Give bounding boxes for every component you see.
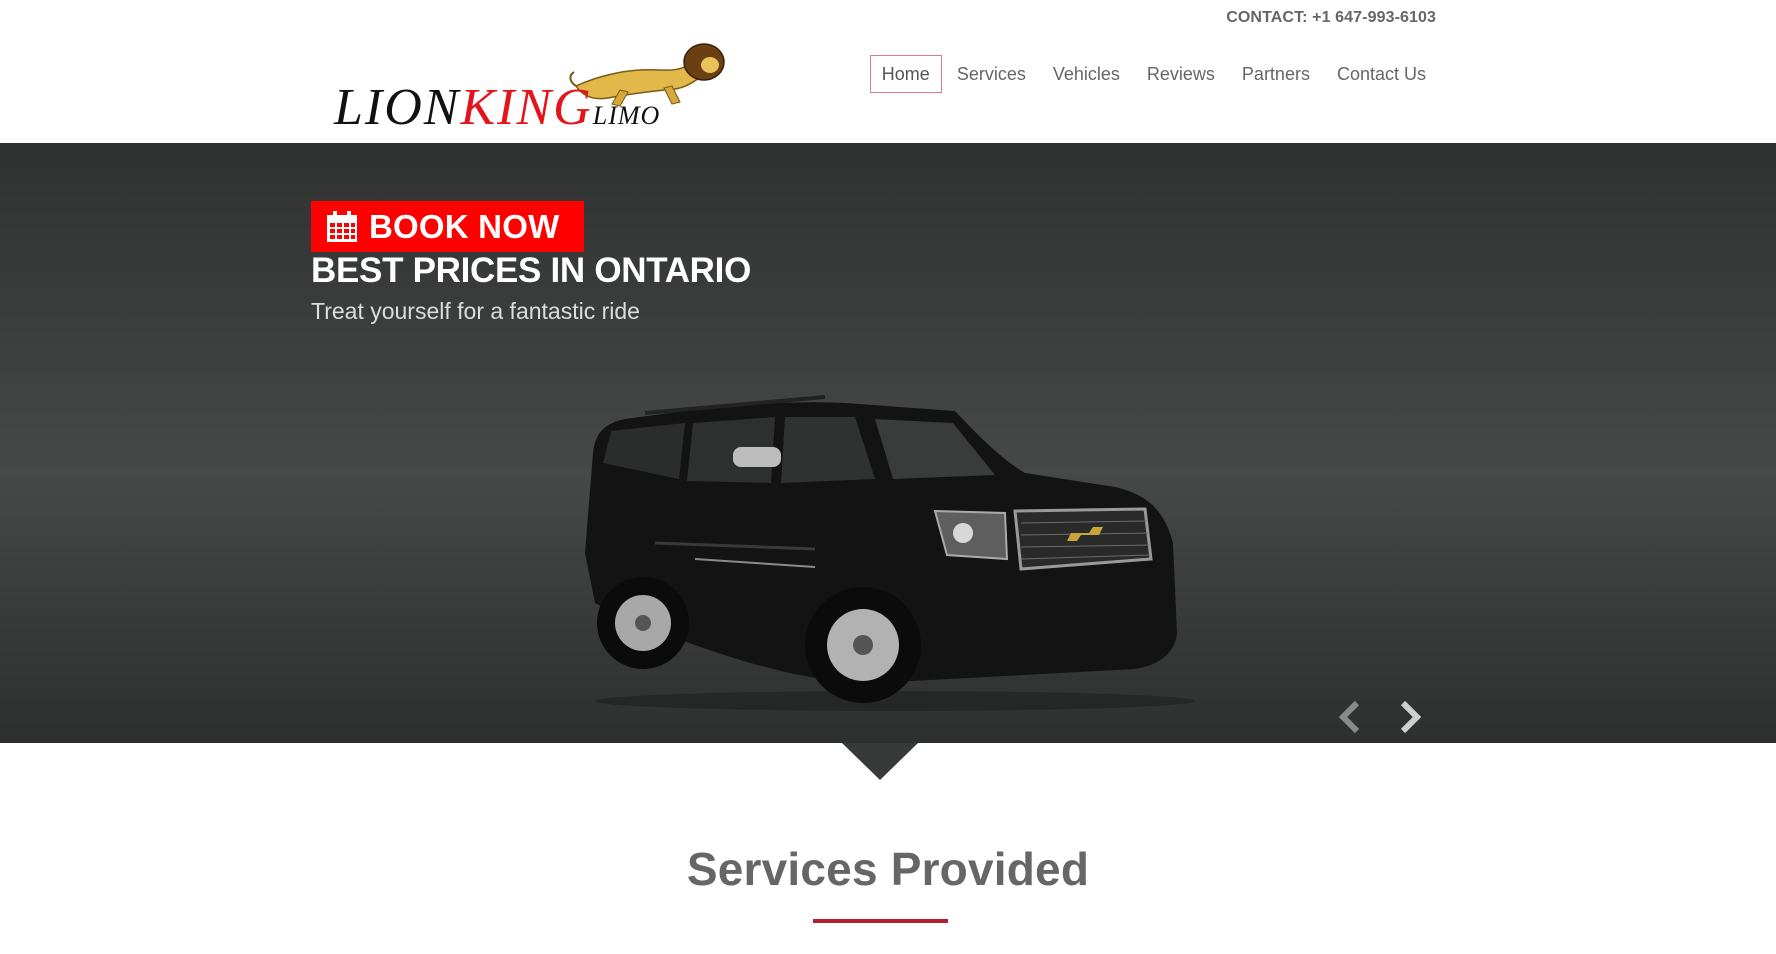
suv-vehicle-image — [585, 395, 1195, 711]
nav-services[interactable]: Services — [945, 55, 1038, 93]
hero-pointer-notch — [842, 743, 918, 780]
contact-phone[interactable]: CONTACT: +1 647-993-6103 — [1226, 9, 1436, 27]
site-header: CONTACT: +1 647-993-6103 LIONKINGLIMO Ho… — [0, 0, 1776, 143]
nav-reviews[interactable]: Reviews — [1135, 55, 1227, 93]
slider-next-button[interactable] — [1395, 699, 1425, 735]
book-now-label: BOOK NOW — [369, 207, 560, 245]
book-now-button[interactable]: BOOK NOW — [311, 201, 584, 252]
hero-title: BEST PRICES IN ONTARIO — [311, 251, 752, 290]
nav-home[interactable]: Home — [869, 55, 942, 93]
logo-wordmark: LIONKINGLIMO — [334, 78, 660, 146]
nav-vehicles[interactable]: Vehicles — [1041, 55, 1132, 93]
nav-partners[interactable]: Partners — [1230, 55, 1322, 93]
logo-word-limo: LIMO — [592, 101, 661, 130]
chevron-right-icon — [1400, 700, 1422, 734]
logo-word-king: KING — [460, 79, 593, 136]
calendar-icon — [327, 210, 357, 242]
chevron-left-icon — [1338, 700, 1360, 734]
main-nav: Home Services Vehicles Reviews Partners … — [867, 55, 1438, 93]
logo-word-lion: LION — [334, 79, 461, 136]
hero-subtitle: Treat yourself for a fantastic ride — [311, 298, 640, 324]
nav-contact-us[interactable]: Contact Us — [1325, 55, 1438, 93]
services-section-title: Services Provided — [686, 843, 1090, 895]
services-title-underline — [813, 919, 948, 923]
hero-slider: BOOK NOW BEST PRICES IN ONTARIO Treat yo… — [0, 143, 1776, 780]
slider-prev-button[interactable] — [1335, 699, 1365, 735]
site-logo[interactable]: LIONKINGLIMO — [330, 38, 730, 146]
